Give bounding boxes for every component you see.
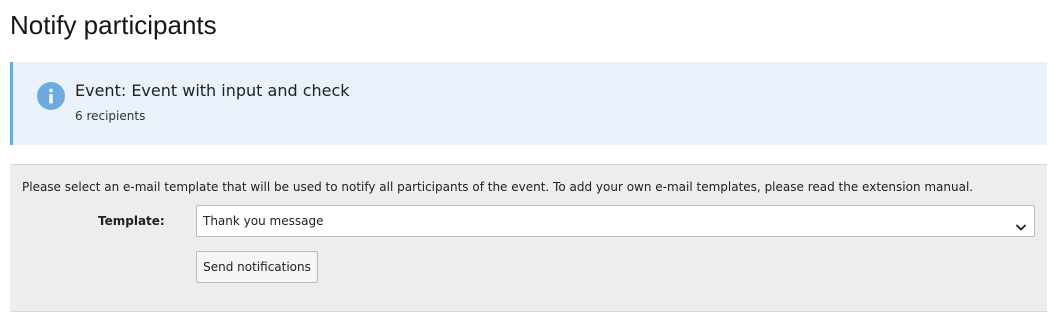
page-title: Notify participants xyxy=(10,10,217,40)
recipient-count: 6 recipients xyxy=(75,109,146,123)
form-description: Please select an e-mail template that wi… xyxy=(22,180,974,194)
event-title: Event: Event with input and check xyxy=(75,81,350,100)
template-select[interactable]: Thank you message xyxy=(196,205,1035,237)
info-icon xyxy=(37,82,65,110)
send-notifications-button[interactable]: Send notifications xyxy=(196,251,318,283)
notify-form: Please select an e-mail template that wi… xyxy=(10,164,1047,312)
chevron-down-icon xyxy=(1016,217,1026,231)
template-label: Template: xyxy=(98,214,165,228)
event-info-callout: Event: Event with input and check 6 reci… xyxy=(10,62,1047,145)
template-select-value: Thank you message xyxy=(203,214,324,228)
